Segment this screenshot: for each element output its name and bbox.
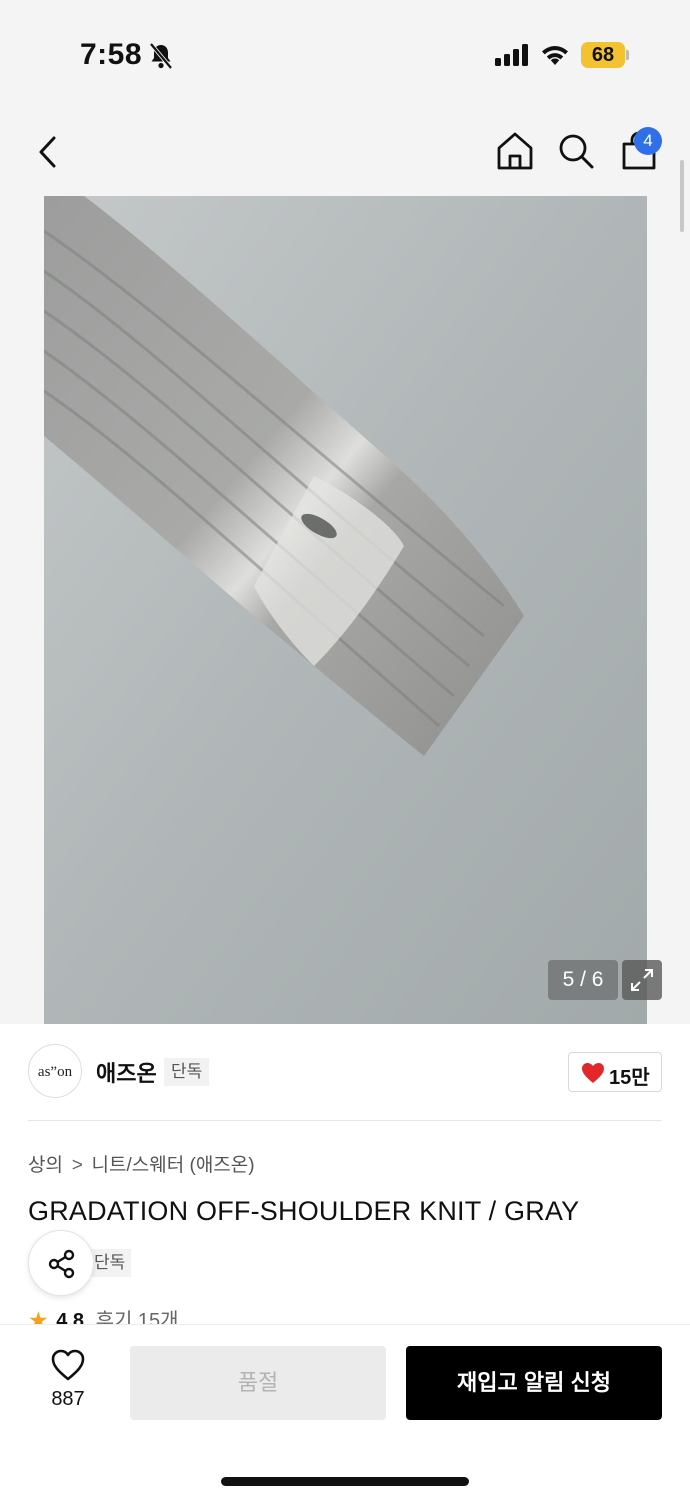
expand-icon[interactable] <box>622 960 662 1000</box>
battery-level: 68 <box>581 42 625 68</box>
wishlist-count: 887 <box>51 1388 85 1410</box>
product-detail-page: 7:58 68 4 5 / 6 as”on 애즈온 단독 15만 상의 > 니트… <box>0 0 690 1500</box>
breadcrumb-item-knit[interactable]: 니트/스웨터 (애즈온) <box>92 1150 255 1177</box>
brand-name[interactable]: 애즈온 <box>96 1056 157 1088</box>
section-divider <box>28 1120 662 1121</box>
bell-slash-icon <box>149 42 173 70</box>
brand-exclusive-tag: 단독 <box>164 1058 210 1086</box>
status-time: 7:58 <box>80 38 143 71</box>
image-counter: 5 / 6 <box>548 960 618 1000</box>
status-bar: 7:58 68 <box>0 0 690 110</box>
sold-out-button: 품절 <box>130 1346 386 1420</box>
heart-outline-icon <box>51 1349 85 1381</box>
breadcrumb-separator: > <box>71 1155 83 1176</box>
share-icon <box>48 1249 75 1279</box>
restock-alert-button[interactable]: 재입고 알림 신청 <box>406 1346 662 1420</box>
share-button[interactable] <box>28 1230 94 1296</box>
back-button[interactable] <box>30 130 70 174</box>
brand-like-count: 15만 <box>609 1067 650 1089</box>
brand-like-button[interactable]: 15만 <box>568 1052 662 1092</box>
home-icon[interactable] <box>494 130 536 172</box>
wishlist-button[interactable]: 887 <box>40 1348 96 1418</box>
scrollbar[interactable] <box>680 160 684 232</box>
battery-icon: 68 <box>581 42 629 68</box>
breadcrumb-item-top[interactable]: 상의 <box>28 1150 63 1177</box>
knit-sleeve-illustration <box>44 196 647 1024</box>
wifi-icon <box>542 46 568 65</box>
home-indicator[interactable] <box>221 1477 469 1486</box>
brand-logo[interactable]: as”on <box>28 1044 82 1098</box>
search-icon[interactable] <box>556 130 596 172</box>
heart-filled-icon <box>582 1063 604 1083</box>
cellular-signal-icon <box>495 44 528 66</box>
cart-count-badge: 4 <box>634 127 662 155</box>
product-exclusive-tag: 단독 <box>88 1249 132 1277</box>
breadcrumb: 상의 > 니트/스웨터 (애즈온) <box>28 1150 255 1178</box>
battery-tip <box>626 50 629 60</box>
product-image[interactable] <box>44 196 647 1024</box>
product-title: GRADATION OFF-SHOULDER KNIT / GRAY <box>28 1196 580 1226</box>
